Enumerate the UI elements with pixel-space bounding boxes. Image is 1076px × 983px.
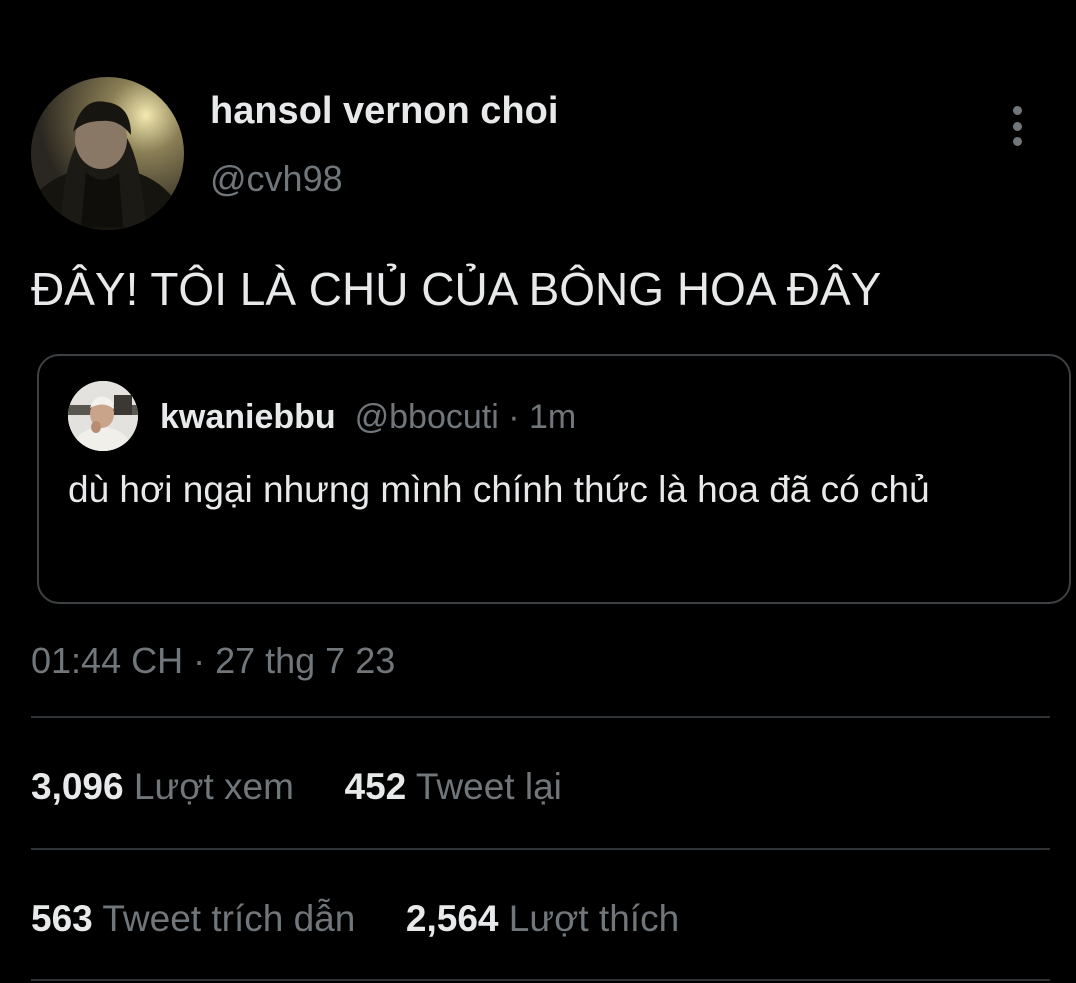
divider-bottom: [31, 979, 1050, 981]
quoted-author-handle-spacer: [345, 398, 354, 436]
tweet-text: ĐÂY! TÔI LÀ CHỦ CỦA BÔNG HOA ĐÂY: [31, 263, 882, 315]
quotes-count: 563: [31, 898, 93, 939]
quotes-stat[interactable]: 563 Tweet trích dẫn: [31, 898, 355, 940]
retweets-stat[interactable]: 452 Tweet lại: [345, 766, 562, 808]
quoted-tweet-text: dù hơi ngại nhưng mình chính thức là hoa…: [68, 469, 930, 510]
divider-top: [31, 716, 1050, 718]
more-vertical-icon-dot: [1012, 137, 1022, 146]
retweets-count: 452: [344, 766, 407, 807]
author-avatar-image: [31, 77, 184, 230]
quoted-author-avatar-image: [68, 381, 138, 451]
tweet-timestamp[interactable]: 01:44 CH · 27 thg 7 23: [31, 640, 395, 682]
quoted-author-handle[interactable]: @bbocuti: [355, 398, 499, 436]
quoted-tweet-age[interactable]: 1m: [529, 398, 576, 436]
retweets-label: Tweet lại: [415, 766, 562, 807]
views-label: Lượt xem: [133, 766, 294, 807]
quotes-label: Tweet trích dẫn: [102, 898, 356, 939]
quoted-author-avatar[interactable]: [68, 381, 138, 451]
more-options-button[interactable]: [1000, 104, 1034, 148]
author-display-name[interactable]: hansol vernon choi: [210, 90, 558, 133]
author-avatar[interactable]: [31, 77, 184, 230]
stats-row-1: 3,096 Lượt xem 452 Tweet lại: [31, 766, 562, 808]
more-vertical-icon: [1012, 106, 1022, 115]
divider-middle: [31, 848, 1050, 850]
quoted-author-display-name[interactable]: kwaniebbu: [160, 398, 336, 436]
quoted-meta-separator: ·: [498, 398, 529, 436]
likes-label: Lượt thích: [508, 898, 680, 939]
author-handle[interactable]: @cvh98: [210, 158, 343, 200]
stats-row-2: 563 Tweet trích dẫn 2,564 Lượt thích: [31, 898, 679, 940]
likes-stat[interactable]: 2,564 Lượt thích: [406, 898, 679, 940]
views-count: 3,096: [31, 766, 124, 807]
views-stat[interactable]: 3,096 Lượt xem: [31, 766, 294, 808]
likes-count: 2,564: [405, 898, 499, 939]
quoted-tweet-card[interactable]: kwaniebbu @bbocuti · 1m dù hơi ngại nhưn…: [37, 354, 1071, 604]
quoted-tweet-header: kwaniebbu @bbocuti · 1m: [160, 398, 576, 437]
more-vertical-icon-dot: [1012, 121, 1022, 131]
